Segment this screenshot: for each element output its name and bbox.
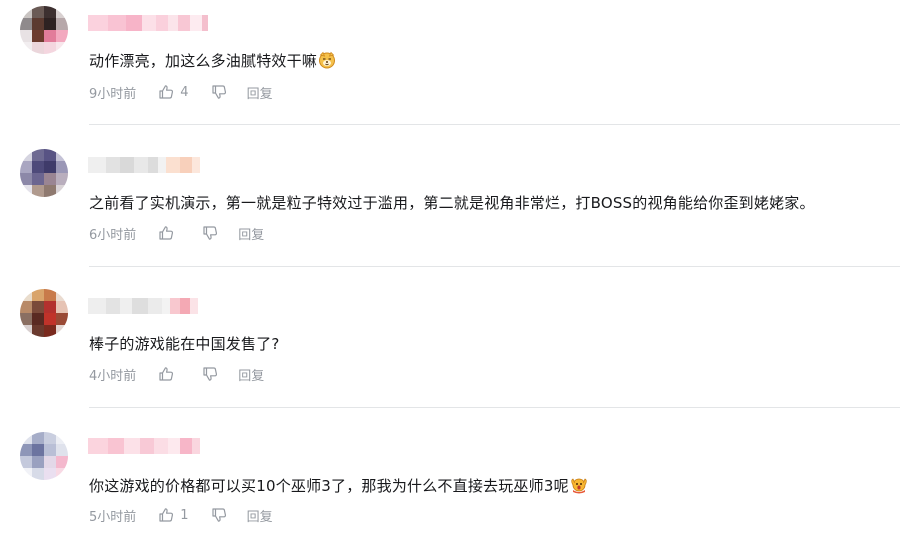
username-blurred[interactable] <box>88 157 200 173</box>
thumbs-down-icon <box>203 367 218 381</box>
avatar[interactable] <box>20 432 68 480</box>
thumbs-up-icon <box>159 367 174 381</box>
reply-button[interactable]: 回复 <box>238 365 264 384</box>
dislike-button[interactable] <box>202 366 218 382</box>
comment-text: 之前看了实机演示，第一就是粒子特效过于滥用，第二就是视角非常烂，打BOSS的视角… <box>89 194 815 212</box>
thumbs-up-icon <box>159 85 174 99</box>
like-button[interactable] <box>158 366 180 382</box>
comment-item: 你这游戏的价格都可以买10个巫师3了，那我为什么不直接去玩巫师3呢 5小时前 1… <box>0 408 900 536</box>
dog-face-emoji <box>319 51 336 69</box>
thumbs-up-icon <box>159 508 174 522</box>
comment-item: 之前看了实机演示，第一就是粒子特效过于滥用，第二就是视角非常烂，打BOSS的视角… <box>0 125 900 267</box>
dislike-button[interactable] <box>211 84 227 100</box>
thumbs-down-icon <box>211 508 226 522</box>
comment-meta: 9小时前 4 回复 <box>89 82 273 102</box>
comment-text: 动作漂亮，加这么多油腻特效干嘛 <box>89 51 336 71</box>
dislike-button[interactable] <box>202 225 218 241</box>
comment-time: 5小时前 <box>89 509 137 525</box>
comment-time: 6小时前 <box>89 227 137 243</box>
avatar[interactable] <box>20 289 68 337</box>
like-button[interactable]: 1 <box>158 507 189 523</box>
comment-item: 棒子的游戏能在中国发售了? 4小时前 回复 <box>0 267 900 408</box>
thumbs-up-icon <box>159 226 174 240</box>
username-blurred[interactable] <box>88 298 198 314</box>
comment-meta: 6小时前 回复 <box>89 223 264 243</box>
dislike-button[interactable] <box>211 507 227 523</box>
avatar[interactable] <box>20 6 68 54</box>
comment-text: 你这游戏的价格都可以买10个巫师3了，那我为什么不直接去玩巫师3呢 <box>89 476 588 496</box>
like-button[interactable] <box>158 225 180 241</box>
comment-text: 棒子的游戏能在中国发售了? <box>89 335 280 353</box>
like-button[interactable]: 4 <box>158 84 189 100</box>
comment-time: 4小时前 <box>89 368 137 384</box>
shocked-face-emoji <box>571 478 587 494</box>
comment-time: 9小时前 <box>89 86 137 102</box>
username-blurred[interactable] <box>88 15 208 31</box>
thumbs-down-icon <box>203 226 218 240</box>
reply-button[interactable]: 回复 <box>247 506 273 525</box>
comment-item: 动作漂亮，加这么多油腻特效干嘛 9小时前 4 回复 <box>0 0 900 125</box>
avatar[interactable] <box>20 149 68 197</box>
reply-button[interactable]: 回复 <box>247 83 273 102</box>
username-blurred[interactable] <box>88 438 200 454</box>
like-count: 4 <box>180 84 189 100</box>
thumbs-down-icon <box>211 85 226 99</box>
comment-meta: 5小时前 1 回复 <box>89 505 273 525</box>
like-count: 1 <box>180 507 189 523</box>
reply-button[interactable]: 回复 <box>238 224 264 243</box>
comment-meta: 4小时前 回复 <box>89 364 264 384</box>
